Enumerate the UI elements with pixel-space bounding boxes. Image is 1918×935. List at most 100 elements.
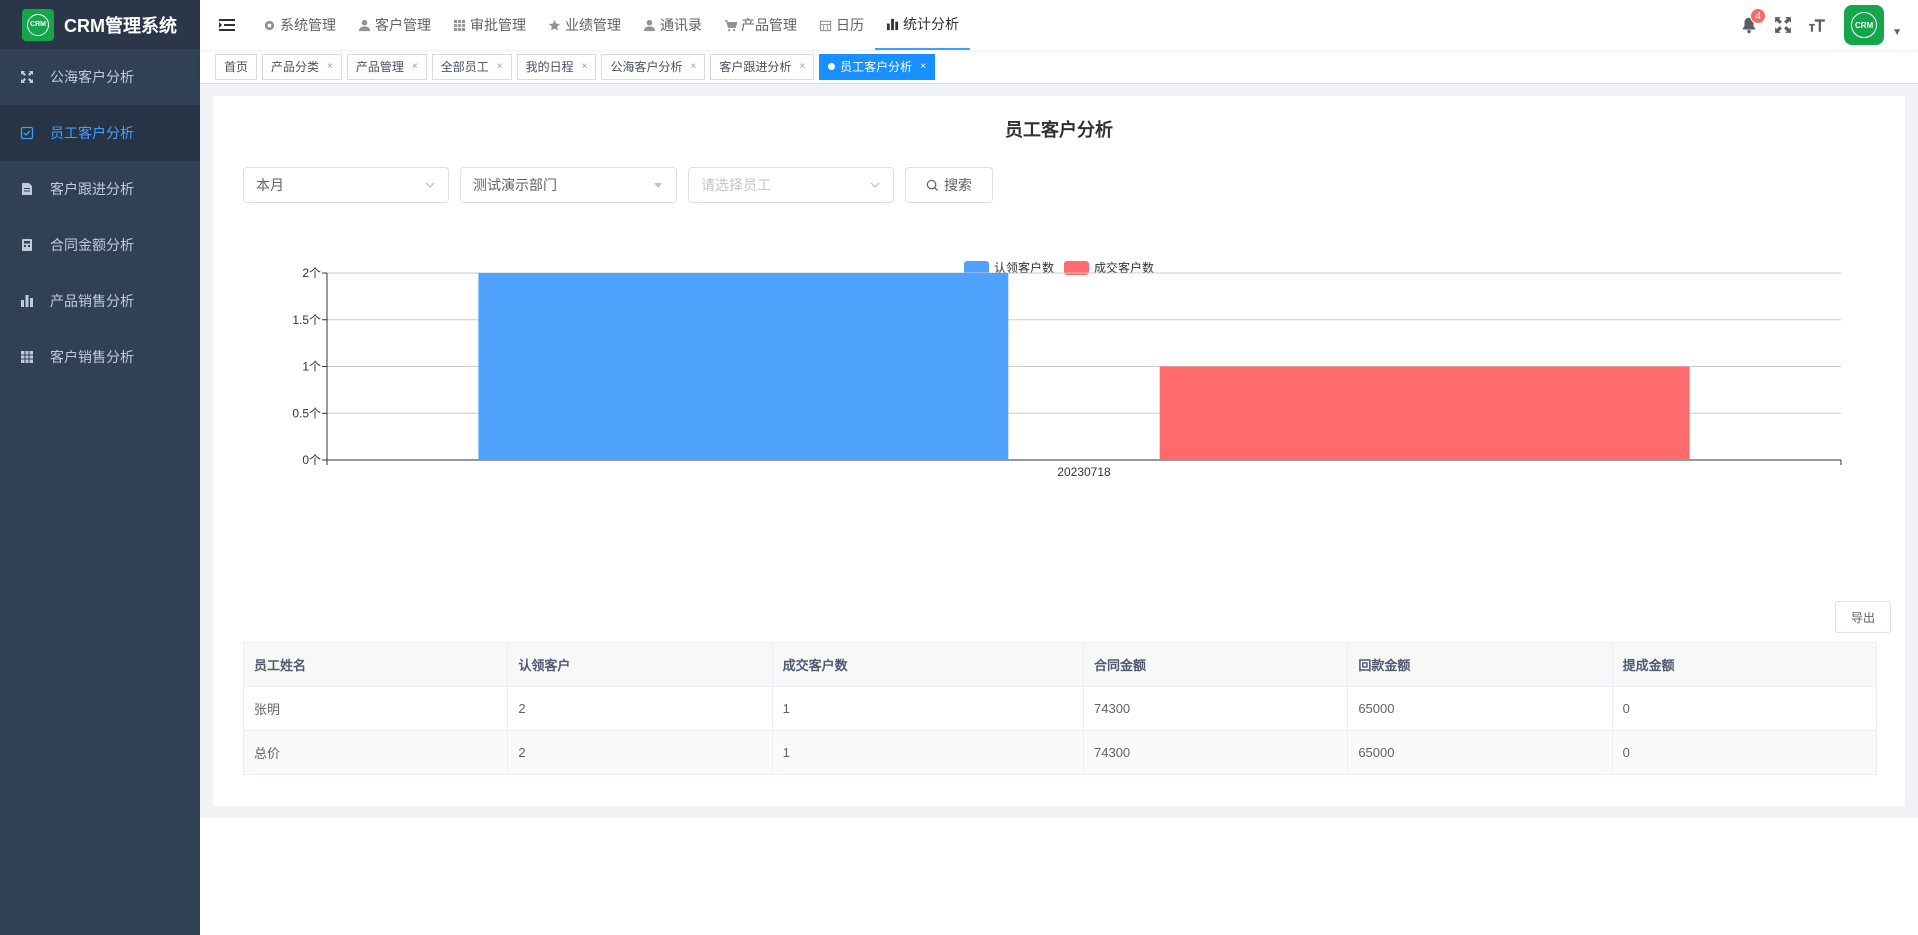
logo[interactable]: CRM CRM管理系统 (0, 0, 200, 49)
top-menu-item-7[interactable]: 统计分析 (875, 0, 970, 50)
top-menu-label: 业绩管理 (565, 17, 621, 33)
caret-down-icon (654, 183, 662, 188)
tag-label: 产品分类 (271, 59, 320, 74)
analysis-card: 员工客户分析 本月 测试演示部门 请选择员工 搜索 认领客户数 成交客户数 0个… (213, 96, 1905, 806)
tag-1[interactable]: 产品分类 × (262, 53, 342, 80)
tag-label: 我的日程 (525, 59, 574, 74)
sidebar-item-3[interactable]: 合同金额分析 (0, 217, 200, 273)
notification-bell[interactable]: 4 (1740, 8, 1767, 34)
fullscreen-button[interactable] (1774, 16, 1792, 34)
department-select[interactable]: 测试演示部门 (460, 167, 677, 203)
column-header: 员工姓名 (242, 642, 509, 687)
sidebar-item-label: 客户跟进分析 (50, 181, 134, 197)
top-menu-item-2[interactable]: 审批管理 (442, 0, 537, 50)
tag-6[interactable]: 客户跟进分析 × (710, 53, 815, 80)
content-area: 员工客户分析 本月 测试演示部门 请选择员工 搜索 认领客户数 成交客户数 0个… (200, 84, 1918, 818)
tags-view: 首页 产品分类 × 产品管理 × 全部员工 × 我的日程 × 公海客户分析 × 客户跟进分析 × 员工客户… (200, 50, 1918, 84)
hamburger-icon[interactable] (202, 0, 252, 50)
sidebar-menu: 公海客户分析员工客户分析客户跟进分析合同金额分析产品销售分析客户销售分析 (0, 49, 200, 385)
gear-icon (263, 19, 276, 32)
tag-label: 员工客户分析 (840, 59, 913, 74)
app-title: CRM管理系统 (64, 15, 177, 36)
table-row[interactable]: 张明 2 1 74300 65000 0 (242, 686, 1878, 731)
table-cell: 0 (1611, 730, 1878, 775)
close-icon[interactable]: × (327, 55, 333, 79)
sidebar-item-5[interactable]: 客户销售分析 (0, 329, 200, 385)
tag-label: 公海客户分析 (610, 59, 683, 74)
top-menu-item-5[interactable]: 产品管理 (713, 0, 808, 50)
stats-table: 员工姓名 认领客户 成交客户数 合同金额 回款金额 提成金额 张明 2 1 74300 65000… (242, 642, 1878, 775)
top-menu-item-0[interactable]: 系统管理 (252, 0, 347, 50)
check-box-icon (20, 126, 34, 140)
font-size-button[interactable] (1808, 16, 1826, 34)
grid-icon (453, 19, 466, 32)
table-cell: 2 (507, 730, 773, 775)
top-menu-item-4[interactable]: 通讯录 (632, 0, 713, 50)
column-header: 回款金额 (1347, 642, 1613, 687)
tag-3[interactable]: 全部员工 × (431, 53, 512, 80)
bar-chart-icon (886, 18, 899, 31)
y-tick-label: 2个 (302, 266, 321, 280)
sidebar-item-0[interactable]: 公海客户分析 (0, 49, 200, 105)
bar-chart-icon (20, 294, 34, 308)
table-cell: 张明 (242, 686, 509, 731)
sidebar-item-2[interactable]: 客户跟进分析 (0, 161, 200, 217)
sidebar-item-label: 产品销售分析 (50, 293, 134, 309)
close-icon[interactable]: × (690, 55, 696, 79)
table-cell: 总价 (242, 730, 509, 775)
table-row[interactable]: 总价 2 1 74300 65000 0 (242, 730, 1878, 775)
sidebar: CRM CRM管理系统 公海客户分析员工客户分析客户跟进分析合同金额分析产品销售… (0, 0, 200, 935)
sidebar-item-label: 公海客户分析 (50, 69, 134, 85)
bar-0-0 (478, 273, 1009, 460)
filter-bar: 本月 测试演示部门 请选择员工 搜索 (243, 167, 993, 203)
chevron-down-icon (425, 182, 435, 188)
table-cell: 0 (1611, 686, 1878, 731)
period-select[interactable]: 本月 (243, 167, 449, 203)
tag-0[interactable]: 首页 (215, 53, 258, 80)
close-icon[interactable]: × (920, 55, 926, 79)
top-menu-label: 系统管理 (280, 17, 336, 33)
star-icon (548, 19, 561, 32)
close-icon[interactable]: × (497, 55, 503, 79)
tag-5[interactable]: 公海客户分析 × (601, 53, 706, 80)
column-header: 成交客户数 (771, 642, 1085, 687)
employee-select[interactable]: 请选择员工 (688, 167, 894, 203)
tag-7[interactable]: 员工客户分析 × (819, 53, 936, 80)
bar-1-0 (1159, 366, 1690, 460)
top-menu-item-6[interactable]: 日历 (808, 0, 875, 50)
sidebar-item-1[interactable]: 员工客户分析 (0, 105, 200, 161)
sidebar-item-4[interactable]: 产品销售分析 (0, 273, 200, 329)
search-button[interactable]: 搜索 (905, 167, 993, 203)
close-icon[interactable]: × (412, 55, 418, 79)
cart-icon (724, 19, 737, 32)
tag-4[interactable]: 我的日程 × (516, 53, 597, 80)
top-menu-item-3[interactable]: 业绩管理 (537, 0, 632, 50)
avatar[interactable]: CRM (1844, 5, 1885, 45)
user-icon (643, 19, 656, 32)
top-menu-label: 产品管理 (741, 17, 797, 33)
active-dot-icon (828, 63, 836, 70)
close-icon[interactable]: × (582, 55, 588, 79)
close-icon[interactable]: × (799, 55, 805, 79)
top-menu-label: 审批管理 (470, 17, 526, 33)
tag-label: 产品管理 (355, 59, 404, 74)
y-tick-label: 0个 (302, 453, 321, 467)
export-button[interactable]: 导出 (1834, 601, 1891, 633)
column-header: 提成金额 (1611, 642, 1878, 687)
notification-badge: 4 (1750, 8, 1767, 24)
user-icon (358, 19, 371, 32)
caret-down-icon[interactable]: ▼ (1892, 27, 1902, 38)
search-icon (926, 179, 939, 191)
y-tick-label: 0.5个 (292, 406, 321, 420)
tag-2[interactable]: 产品管理 × (346, 53, 427, 80)
right-tools: 4 CRM ▼ (1732, 0, 1918, 50)
chevron-down-icon (870, 182, 880, 188)
top-menu-label: 统计分析 (903, 16, 959, 32)
table-cell: 65000 (1347, 730, 1613, 775)
table-cell: 74300 (1082, 686, 1349, 731)
table-body: 张明 2 1 74300 65000 0 总价 2 1 74300 65000 0 (242, 686, 1878, 775)
table-cell: 74300 (1082, 730, 1349, 775)
navbar: 系统管理 客户管理 审批管理 业绩管理 通讯录 产品管理 日历 统计分析 4 CRM ▼ (200, 0, 1918, 50)
table-cell: 2 (507, 686, 773, 731)
top-menu-item-1[interactable]: 客户管理 (347, 0, 442, 50)
